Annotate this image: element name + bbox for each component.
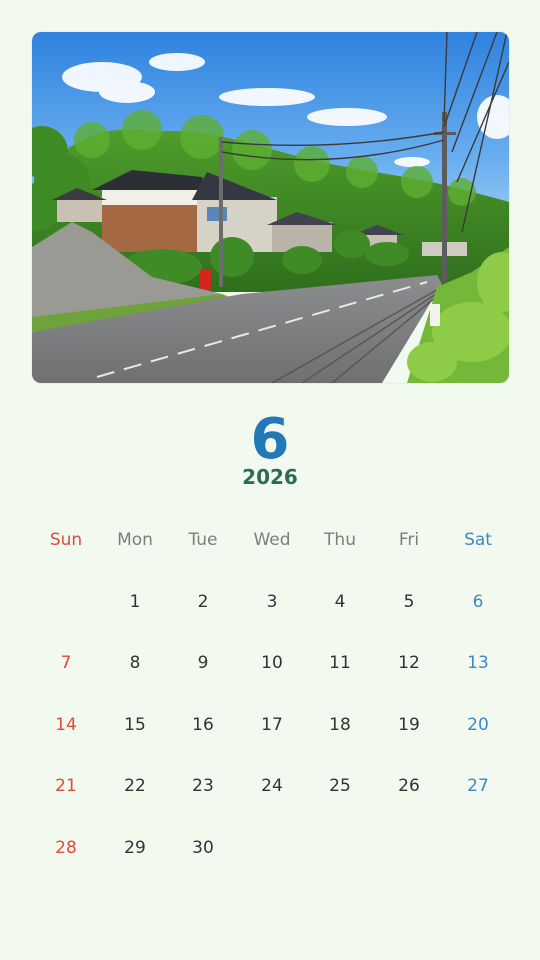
village-road-illustration — [32, 32, 509, 383]
landscape-photo — [32, 32, 509, 383]
day-cell[interactable]: 11 — [306, 651, 374, 675]
weekday-fri: Fri — [398, 530, 420, 550]
weekday-wed: Wed — [253, 530, 291, 550]
day-cell[interactable]: 14 — [32, 713, 100, 737]
weekday-sun: Sun — [49, 530, 83, 550]
day-cell[interactable]: 27 — [444, 774, 512, 798]
day-cell[interactable]: 5 — [375, 590, 443, 614]
weekday-thu: Thu — [324, 530, 356, 550]
day-cell[interactable]: 1 — [101, 590, 169, 614]
day-cell[interactable]: 28 — [32, 836, 100, 860]
day-cell[interactable]: 15 — [101, 713, 169, 737]
day-cell[interactable]: 6 — [444, 590, 512, 614]
day-cell[interactable]: 21 — [32, 774, 100, 798]
day-cell[interactable]: 12 — [375, 651, 443, 675]
day-cell[interactable]: 4 — [306, 590, 374, 614]
day-cell[interactable]: 18 — [306, 713, 374, 737]
day-cell[interactable]: 24 — [238, 774, 306, 798]
weekday-tue: Tue — [188, 530, 218, 550]
day-cell[interactable]: 2 — [169, 590, 237, 614]
day-cell[interactable]: 23 — [169, 774, 237, 798]
day-cell[interactable]: 29 — [101, 836, 169, 860]
day-cell[interactable]: 3 — [238, 590, 306, 614]
weekday-sat: Sat — [464, 530, 492, 550]
day-cell[interactable]: 9 — [169, 651, 237, 675]
day-cell[interactable]: 17 — [238, 713, 306, 737]
month-number: 6 — [250, 407, 290, 472]
day-cell[interactable]: 16 — [169, 713, 237, 737]
day-cell[interactable]: 22 — [101, 774, 169, 798]
day-cell[interactable]: 25 — [306, 774, 374, 798]
day-cell[interactable]: 10 — [238, 651, 306, 675]
day-cell[interactable]: 20 — [444, 713, 512, 737]
day-cell[interactable]: 7 — [32, 651, 100, 675]
weekday-header-row: Sun Mon Tue Wed Thu Fri Sat — [32, 528, 512, 552]
day-grid: 1 2 3 4 5 6 7 8 9 10 11 12 13 14 15 16 1… — [32, 590, 512, 870]
day-cell[interactable]: 26 — [375, 774, 443, 798]
day-cell[interactable]: 8 — [101, 651, 169, 675]
day-cell[interactable]: 30 — [169, 836, 237, 860]
weekday-mon: Mon — [117, 530, 153, 550]
day-cell[interactable]: 19 — [375, 713, 443, 737]
day-cell[interactable]: 13 — [444, 651, 512, 675]
year-label: 2026 — [242, 465, 298, 489]
